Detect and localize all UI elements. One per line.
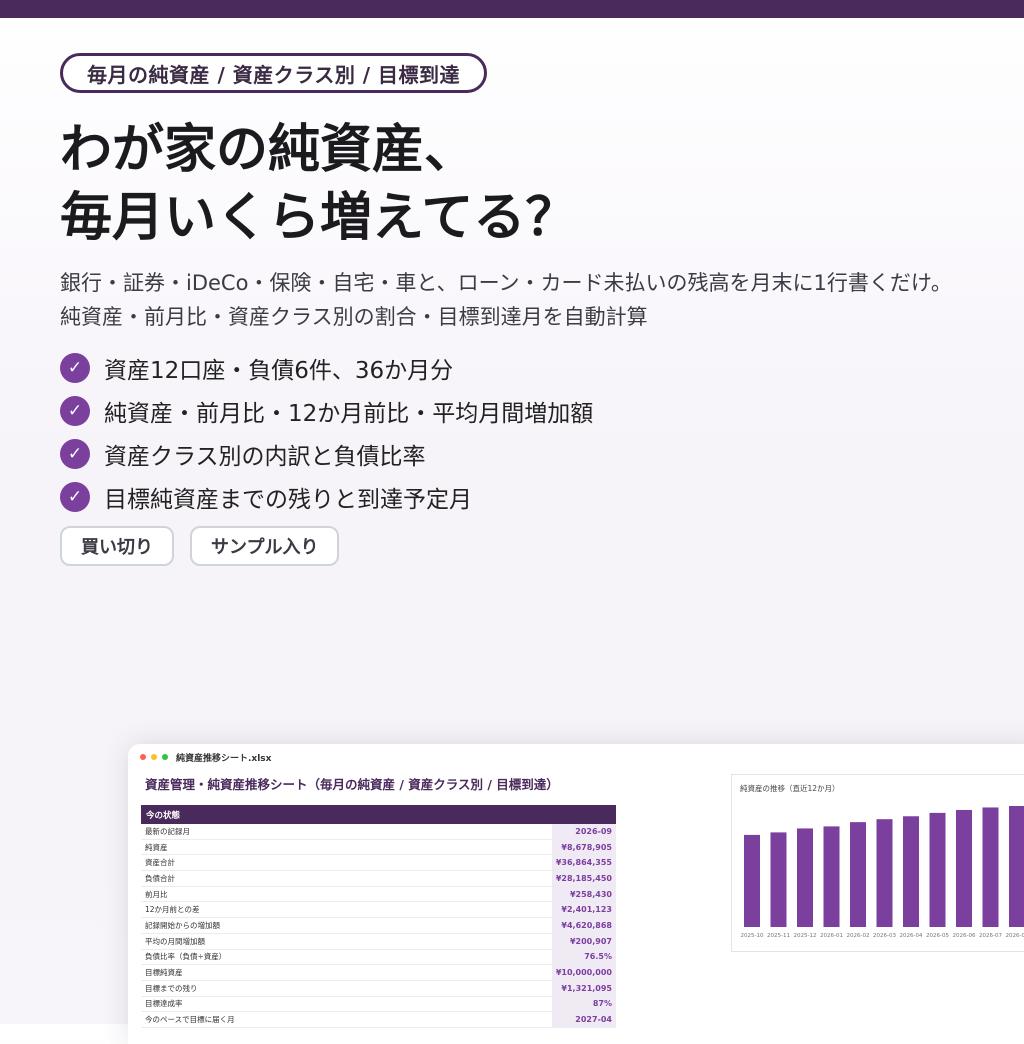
chart-bar [744,834,760,927]
check-icon: ✓ [60,395,90,426]
row-label: 目標達成率 [141,996,552,1013]
chart-bar [770,832,787,927]
tag-one-time-purchase: 買い切り [60,526,174,566]
row-value[interactable]: ¥1,321,095 [551,980,616,997]
chart-bar [982,807,999,927]
x-tick-label: 2026-03 [873,933,896,939]
check-icon: ✓ [60,438,90,469]
tag-sample-included: サンプル入り [190,526,340,566]
feature-item: ✓ 目標純資産までの残りと到達予定月 [60,475,593,518]
top-accent-bar [0,0,1024,18]
chart-bar [903,816,919,927]
description: 銀行・証券・iDeCo・保険・自宅・車と、ローン・カード未払いの残高を月末に1行… [60,266,952,334]
window-filename: 純資産推移シート.xlsx [176,753,272,764]
table-row[interactable]: 今のペースで目標に届く月 2027-04 [141,1011,616,1028]
check-icon: ✓ [60,481,90,512]
table-row[interactable]: 平均の月間増加額 ¥200,907 [141,933,616,950]
chart-bar [797,828,813,927]
row-value[interactable]: ¥8,678,905 [551,839,616,856]
x-tick-label: 2026-07 [979,933,1002,939]
table-row[interactable]: 最新の記録月 2026-09 [141,824,616,840]
table-row[interactable]: 負債比率（負債÷資産） 76.5% [141,949,616,966]
row-value[interactable]: 2026-09 [551,824,616,840]
row-label: 記録開始からの増加額 [141,917,552,934]
window-titlebar: 純資産推移シート.xlsx [128,744,1024,770]
net-worth-chart: 純資産の推移（直近12か月） 2025-10 2025-11 2025-12 2026… [731,774,1024,952]
x-tick-label: 2025-11 [767,933,790,939]
chart-title: 純資産の推移（直近12か月） [740,784,840,793]
table-row[interactable]: 12か月前との差 ¥2,401,123 [141,901,616,919]
feature-item: ✓ 資産クラス別の内訳と負債比率 [60,432,593,475]
minimize-dot-icon[interactable] [151,754,157,760]
feature-text: 目標純資産までの残りと到達予定月 [104,486,472,513]
maximize-dot-icon[interactable] [162,754,168,760]
table-row[interactable]: 目標達成率 87% [141,996,616,1013]
chart-bar [823,826,840,927]
row-label: 純資産 [141,839,552,856]
table-row[interactable]: 負債合計 ¥28,185,450 [141,870,616,887]
x-tick-label: 2026-06 [953,933,976,939]
chart-bar [850,822,866,927]
row-label: 負債比率（負債÷資産） [141,949,552,966]
row-label: 平均の月間増加額 [141,933,552,950]
description-line-2: 純資産・前月比・資産クラス別の割合・目標到達月を自動計算 [60,305,648,329]
table-row[interactable]: 前月比 ¥258,430 [141,886,616,903]
feature-list: ✓ 資産12口座・負債6件、36か月分 ✓ 純資産・前月比・12か月前比・平均月間増… [60,346,593,518]
sheet-title: 資産管理・純資産推移シート（毎月の純資産 / 資産クラス別 / 目標到達） [145,777,559,792]
headline-line-1: わが家の純資産、 [60,120,477,180]
category-pill: 毎月の純資産 / 資産クラス別 / 目標到達 [60,53,488,93]
x-tick-label: 2026-05 [926,933,949,939]
chart-bar [956,809,972,927]
table-row[interactable]: 目標までの残り ¥1,321,095 [141,980,616,997]
row-label: 目標純資産 [141,964,552,981]
spreadsheet-window: 純資産推移シート.xlsx 資産管理・純資産推移シート（毎月の純資産 / 資産ク… [128,744,1024,1044]
feature-text: 純資産・前月比・12か月前比・平均月間増加額 [104,400,594,427]
feature-item: ✓ 純資産・前月比・12か月前比・平均月間増加額 [60,389,593,432]
feature-text: 資産クラス別の内訳と負債比率 [104,443,426,470]
row-label: 負債合計 [141,870,552,887]
headline: わが家の純資産、 毎月いくら増えてる？ [60,116,577,252]
feature-item: ✓ 資産12口座・負債6件、36か月分 [60,346,593,389]
row-label: 前月比 [141,886,552,903]
table-row[interactable]: 純資産 ¥8,678,905 [141,839,616,856]
status-table-header: 今の状態 [141,805,616,824]
chart-bar [929,812,946,927]
row-value[interactable]: ¥4,620,868 [551,917,616,934]
status-table: 今の状態 最新の記録月 2026-09 純資産 ¥8,678,905 資産合計 ¥36… [141,805,616,1028]
row-value[interactable]: ¥2,401,123 [551,901,616,919]
chart-bar [876,819,893,927]
bar-chart-svg: 2025-10 2025-11 2025-12 2026-01 2026-02 2026-… [741,806,1024,939]
feature-text: 資産12口座・負債6件、36か月分 [104,357,454,384]
row-value[interactable]: ¥258,430 [551,886,616,903]
row-label: 今のペースで目標に届く月 [141,1011,552,1028]
x-tick-label: 2026-04 [900,933,923,939]
row-label: 資産合計 [141,854,552,872]
row-label: 目標までの残り [141,980,552,997]
x-tick-label: 2025-12 [794,933,817,939]
row-label: 最新の記録月 [141,824,552,840]
table-row[interactable]: 記録開始からの増加額 ¥4,620,868 [141,917,616,934]
x-tick-label: 2026-01 [820,933,843,939]
row-value[interactable]: 2027-04 [551,1011,616,1028]
tag-row: 買い切り サンプル入り [60,526,340,566]
table-row[interactable]: 目標純資産 ¥10,000,000 [141,964,616,981]
chart-bar [1009,806,1024,927]
description-line-1: 銀行・証券・iDeCo・保険・自宅・車と、ローン・カード未払いの残高を月末に1行… [60,271,952,295]
x-tick-label: 2026-02 [847,933,870,939]
row-value[interactable]: ¥10,000,000 [551,964,616,981]
row-value[interactable]: ¥28,185,450 [551,870,616,887]
row-value[interactable]: 87% [551,996,616,1013]
headline-line-2: 毎月いくら増えてる？ [60,188,578,248]
close-dot-icon[interactable] [140,754,146,760]
row-value[interactable]: ¥200,907 [551,933,616,950]
x-tick-label: 2026-08 [1006,933,1024,939]
x-tick-label: 2025-10 [741,933,764,939]
row-value[interactable]: 76.5% [551,949,616,966]
row-value[interactable]: ¥36,864,355 [551,854,616,872]
table-row[interactable]: 資産合計 ¥36,864,355 [141,854,616,872]
check-icon: ✓ [60,352,90,383]
row-label: 12か月前との差 [141,901,552,919]
